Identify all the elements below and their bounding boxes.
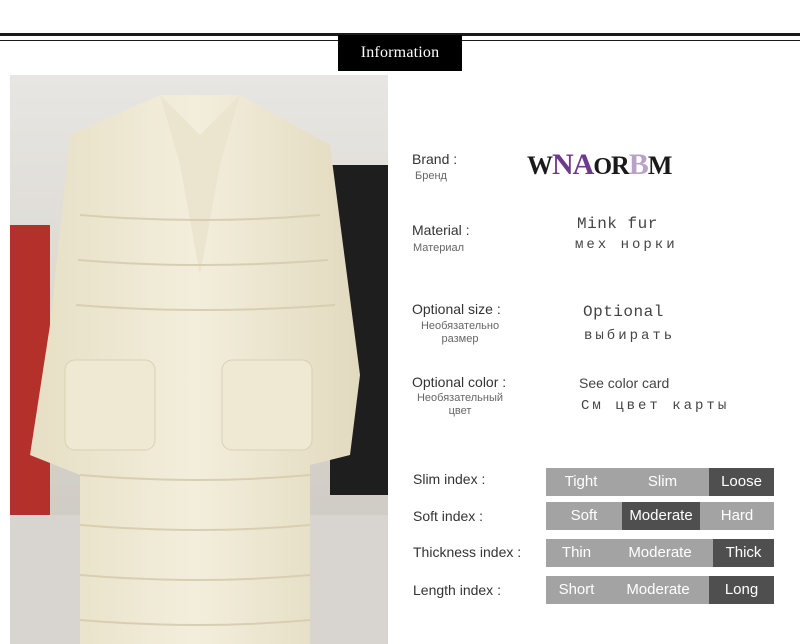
- material-value-ru: мех норки: [575, 237, 678, 253]
- material-sublabel: Материал: [413, 242, 464, 254]
- size-value-ru: выбирать: [584, 328, 676, 344]
- brand-label: Brand :: [412, 151, 458, 167]
- color-value-ru: См цвет карты: [581, 398, 730, 414]
- slim-index-scale: Tight Slim Loose: [546, 468, 774, 496]
- soft-option-soft: Soft: [546, 502, 622, 530]
- thickness-option-thin: Thin: [546, 539, 607, 567]
- size-value: Optional: [583, 303, 664, 321]
- material-value: Mink fur: [577, 215, 658, 233]
- brand-logo: WNAORBM: [527, 148, 672, 181]
- length-option-short: Short: [546, 576, 607, 604]
- soft-index-label: Soft index :: [413, 508, 484, 524]
- soft-index-scale: Soft Moderate Hard: [546, 502, 774, 530]
- slim-option-loose: Loose: [709, 468, 774, 496]
- soft-option-hard: Hard: [700, 502, 774, 530]
- color-value: See color card: [579, 375, 670, 391]
- thickness-option-moderate: Moderate: [607, 539, 713, 567]
- color-sublabel: Необязательный цвет: [416, 392, 504, 417]
- slim-index-label: Slim index :: [413, 471, 486, 487]
- brand-sublabel: Бренд: [415, 170, 447, 182]
- size-label: Optional size :: [412, 301, 501, 317]
- slim-option-slim: Slim: [616, 468, 709, 496]
- length-index-label: Length index :: [413, 582, 501, 598]
- thickness-option-thick: Thick: [713, 539, 774, 567]
- product-photo: [10, 75, 388, 644]
- color-label: Optional color :: [412, 374, 507, 390]
- length-option-moderate: Moderate: [607, 576, 709, 604]
- size-sublabel: Необязательно размер: [420, 320, 500, 345]
- material-label: Material :: [412, 222, 470, 238]
- slim-option-tight: Tight: [546, 468, 616, 496]
- thickness-index-label: Thickness index :: [413, 544, 522, 560]
- soft-option-moderate: Moderate: [622, 502, 700, 530]
- information-tab[interactable]: Information: [338, 35, 462, 71]
- length-option-long: Long: [709, 576, 774, 604]
- thickness-index-scale: Thin Moderate Thick: [546, 539, 774, 567]
- length-index-scale: Short Moderate Long: [546, 576, 774, 604]
